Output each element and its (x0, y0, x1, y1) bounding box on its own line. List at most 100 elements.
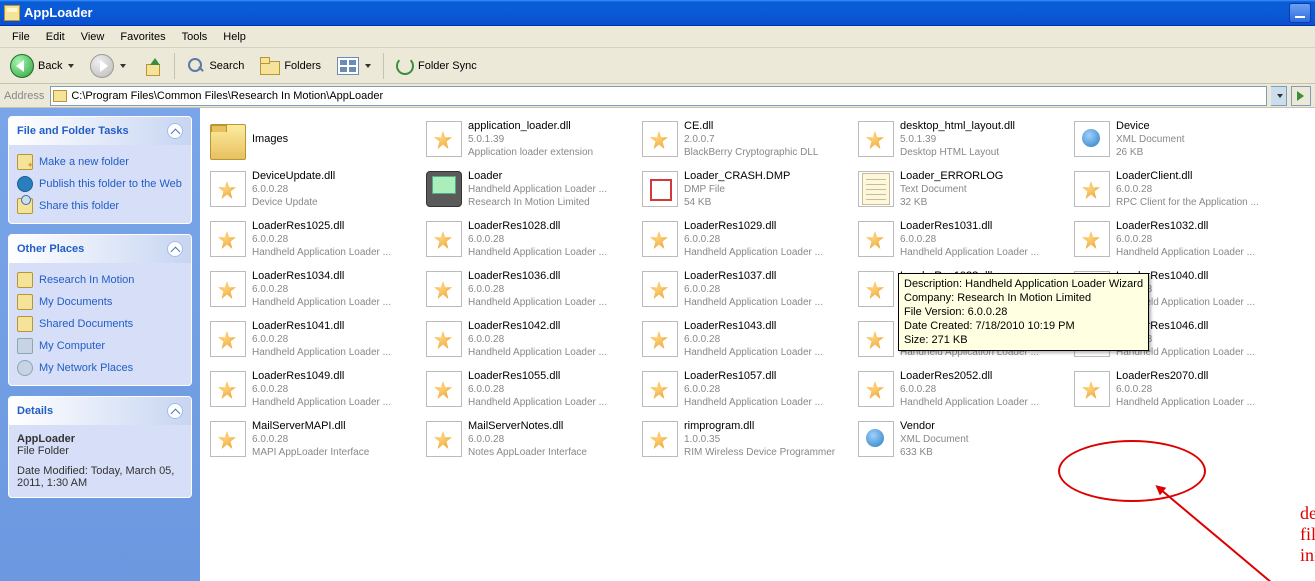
file-name: application_loader.dll (468, 120, 634, 133)
file-tile[interactable]: CE.dll2.0.0.7BlackBerry Cryptographic DL… (638, 114, 854, 164)
file-line3: Handheld Application Loader ... (684, 296, 850, 309)
file-tile[interactable]: Loader_CRASH.DMPDMP File54 KB (638, 164, 854, 214)
foldersync-button[interactable]: Folder Sync (390, 52, 483, 80)
panel-places-header[interactable]: Other Places (9, 235, 191, 263)
nfolder-icon (17, 154, 33, 170)
folder-icon (53, 90, 67, 102)
address-input[interactable]: C:\Program Files\Common Files\Research I… (50, 86, 1267, 106)
task-item[interactable]: Share this folder (17, 195, 183, 217)
place-item[interactable]: Research In Motion (17, 269, 183, 291)
menu-help[interactable]: Help (215, 28, 254, 46)
toolbar: Back Search Folders Folder Sync (0, 48, 1315, 84)
caret-icon (120, 64, 126, 68)
file-line3: Handheld Application Loader ... (252, 396, 418, 409)
file-tile[interactable]: MailServerNotes.dll6.0.0.28Notes AppLoad… (422, 414, 638, 464)
folders-button[interactable]: Folders (254, 52, 327, 80)
forward-icon (90, 54, 114, 78)
menu-tools[interactable]: Tools (174, 28, 216, 46)
menu-file[interactable]: File (4, 28, 38, 46)
panel-tasks-title: File and Folder Tasks (17, 125, 129, 137)
task-label: Make a new folder (39, 156, 129, 168)
file-tile[interactable]: desktop_html_layout.dll5.0.1.39Desktop H… (854, 114, 1070, 164)
views-button[interactable] (331, 52, 377, 80)
file-tile[interactable]: Loader_ERRORLOGText Document32 KB (854, 164, 1070, 214)
file-name: LoaderRes1032.dll (1116, 220, 1282, 233)
file-line3: Research In Motion Limited (468, 196, 634, 209)
file-line3: 26 KB (1116, 146, 1282, 159)
file-line2: 2.0.0.7 (684, 133, 850, 146)
file-tile[interactable]: LoaderRes1043.dll6.0.0.28Handheld Applic… (638, 314, 854, 364)
panel-details-header[interactable]: Details (9, 397, 191, 425)
file-line3: Handheld Application Loader ... (252, 346, 418, 359)
dll-icon (858, 121, 894, 157)
file-line3: RPC Client for the Application ... (1116, 196, 1282, 209)
place-item[interactable]: My Computer (17, 335, 183, 357)
file-tile[interactable]: LoaderHandheld Application Loader ...Res… (422, 164, 638, 214)
place-item[interactable]: Shared Documents (17, 313, 183, 335)
file-tile[interactable]: rimprogram.dll1.0.0.35RIM Wireless Devic… (638, 414, 854, 464)
file-tile[interactable]: LoaderRes2052.dll6.0.0.28Handheld Applic… (854, 364, 1070, 414)
file-tile[interactable]: LoaderRes1029.dll6.0.0.28Handheld Applic… (638, 214, 854, 264)
file-tile[interactable]: LoaderRes1031.dll6.0.0.28Handheld Applic… (854, 214, 1070, 264)
up-button[interactable] (136, 52, 168, 80)
file-name: rimprogram.dll (684, 420, 850, 433)
file-line2: 6.0.0.28 (684, 333, 850, 346)
back-button[interactable]: Back (4, 52, 80, 80)
file-tile[interactable]: LoaderRes1034.dll6.0.0.28Handheld Applic… (206, 264, 422, 314)
file-tile[interactable]: DeviceUpdate.dll6.0.0.28Device Update (206, 164, 422, 214)
menu-edit[interactable]: Edit (38, 28, 73, 46)
file-tile[interactable]: MailServerMAPI.dll6.0.0.28MAPI AppLoader… (206, 414, 422, 464)
tooltip-line: Size: 271 KB (904, 333, 1143, 347)
file-line2: 6.0.0.28 (1116, 383, 1282, 396)
file-tile[interactable]: LoaderRes1036.dll6.0.0.28Handheld Applic… (422, 264, 638, 314)
file-tile[interactable]: LoaderRes1028.dll6.0.0.28Handheld Applic… (422, 214, 638, 264)
file-tile[interactable]: LoaderRes1055.dll6.0.0.28Handheld Applic… (422, 364, 638, 414)
file-tile[interactable]: DeviceXML Document26 KB (1070, 114, 1286, 164)
forward-button[interactable] (84, 52, 132, 80)
file-line2: 6.0.0.28 (684, 383, 850, 396)
file-line2: 6.0.0.28 (252, 383, 418, 396)
annotation-arrow (1159, 488, 1283, 581)
file-tile[interactable]: LoaderRes2070.dll6.0.0.28Handheld Applic… (1070, 364, 1286, 414)
file-tile[interactable]: LoaderRes1049.dll6.0.0.28Handheld Applic… (206, 364, 422, 414)
file-tile[interactable]: VendorXML Document633 KB (854, 414, 1070, 464)
search-icon (187, 57, 205, 75)
file-line3: 54 KB (684, 196, 850, 209)
file-tile[interactable]: application_loader.dll5.0.1.39Applicatio… (422, 114, 638, 164)
file-tile[interactable]: LoaderRes1057.dll6.0.0.28Handheld Applic… (638, 364, 854, 414)
file-tile[interactable]: Images (206, 114, 422, 164)
file-line2: 6.0.0.28 (252, 233, 418, 246)
file-tile[interactable]: LoaderRes1025.dll6.0.0.28Handheld Applic… (206, 214, 422, 264)
file-tile[interactable]: LoaderRes1037.dll6.0.0.28Handheld Applic… (638, 264, 854, 314)
file-name: LoaderRes1049.dll (252, 370, 418, 383)
go-button[interactable] (1291, 86, 1311, 106)
file-name: LoaderRes1055.dll (468, 370, 634, 383)
filepane[interactable]: Imagesapplication_loader.dll5.0.1.39Appl… (200, 108, 1315, 581)
search-button[interactable]: Search (181, 52, 250, 80)
file-line3: 32 KB (900, 196, 1066, 209)
file-tile[interactable]: LoaderRes1032.dll6.0.0.28Handheld Applic… (1070, 214, 1286, 264)
dll-icon (858, 271, 894, 307)
file-name: LoaderRes1028.dll (468, 220, 634, 233)
task-item[interactable]: Make a new folder (17, 151, 183, 173)
tooltip: Description: Handheld Application Loader… (898, 273, 1149, 351)
minimize-button[interactable] (1289, 3, 1311, 23)
addressbar: Address C:\Program Files\Common Files\Re… (0, 84, 1315, 108)
separator (174, 53, 175, 79)
panel-details: Details AppLoader File Folder Date Modif… (8, 396, 192, 498)
file-tile[interactable]: LoaderClient.dll6.0.0.28RPC Client for t… (1070, 164, 1286, 214)
file-line3: Handheld Application Loader ... (468, 246, 634, 259)
file-tile[interactable]: LoaderRes1042.dll6.0.0.28Handheld Applic… (422, 314, 638, 364)
file-tile[interactable]: LoaderRes1041.dll6.0.0.28Handheld Applic… (206, 314, 422, 364)
address-dropdown[interactable] (1271, 86, 1287, 106)
file-name: LoaderRes1025.dll (252, 220, 418, 233)
fold-icon (17, 272, 33, 288)
menu-favorites[interactable]: Favorites (112, 28, 173, 46)
address-label: Address (4, 90, 46, 102)
place-item[interactable]: My Documents (17, 291, 183, 313)
place-item[interactable]: My Network Places (17, 357, 183, 379)
file-line3: Application loader extension (468, 146, 634, 159)
menu-view[interactable]: View (73, 28, 113, 46)
panel-tasks-header[interactable]: File and Folder Tasks (9, 117, 191, 145)
task-item[interactable]: Publish this folder to the Web (17, 173, 183, 195)
